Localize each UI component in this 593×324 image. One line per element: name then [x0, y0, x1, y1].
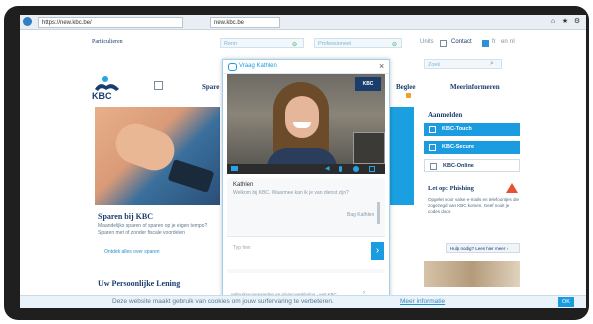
- settings-icon[interactable]: ⚙: [572, 17, 582, 26]
- hero-image: [95, 107, 220, 205]
- hand-illustration: [109, 117, 181, 177]
- lang-en[interactable]: en: [501, 39, 508, 45]
- scrollbar[interactable]: [377, 202, 380, 224]
- logo-text: KBC: [92, 91, 112, 101]
- message-input-placeholder: Typ hier: [233, 245, 251, 251]
- address-url[interactable]: https://new.kbc.be/: [42, 20, 92, 26]
- microphone-icon[interactable]: [339, 166, 342, 172]
- agent-shirt: [267, 148, 337, 164]
- kbc-touch-checkbox-icon: [429, 126, 436, 133]
- agent-name: Kathlen: [233, 182, 254, 188]
- sidebar-title: Aanmelden: [428, 111, 463, 119]
- menu-square-icon[interactable]: [154, 81, 163, 90]
- message-meta: Bag Kathlen: [347, 212, 375, 218]
- kbc-secure-checkbox-icon: [429, 144, 436, 151]
- send-button[interactable]: ›: [371, 242, 384, 260]
- phishing-alert-text: Opgelet voor valse e-mails en telefoontj…: [428, 197, 520, 214]
- nav-meer-informeren[interactable]: Meerinformeren: [450, 83, 500, 91]
- cookie-ok-button[interactable]: OK: [558, 297, 574, 307]
- agent-face: [285, 96, 319, 138]
- segment-field-2[interactable]: Professioneel: [314, 38, 402, 48]
- sidebar-promo-image[interactable]: [424, 261, 520, 287]
- section-title-sparen: Sparen bij KBC: [98, 212, 153, 221]
- help-button[interactable]: Hulp nodig? Lees hier meer ›: [446, 243, 520, 253]
- camera-icon[interactable]: [231, 166, 238, 171]
- chat-title: Vraag Kathlen: [239, 63, 277, 69]
- search-icon[interactable]: ⌕: [490, 60, 494, 68]
- back-icon[interactable]: [23, 17, 32, 26]
- chat-bubble-icon: [228, 63, 237, 71]
- lang-nl[interactable]: nl: [510, 39, 515, 45]
- smartphone-illustration: [167, 159, 215, 193]
- nav-sparen[interactable]: Spare: [202, 83, 219, 91]
- chat-close-icon[interactable]: ×: [379, 61, 384, 71]
- tab-title: new.kbc.be: [214, 20, 245, 26]
- self-view-thumbnail[interactable]: [353, 132, 385, 164]
- browser-screen: https://new.kbc.be/ new.kbc.be ⌂ ★ ⚙ Par…: [20, 15, 586, 308]
- login-kbc-touch-button[interactable]: KBC-Touch: [424, 123, 520, 136]
- lang-fr[interactable]: fr: [492, 39, 496, 45]
- home-icon[interactable]: ⌂: [548, 17, 558, 26]
- lang-nl-button[interactable]: [482, 40, 489, 47]
- cookie-banner: Deze website maakt gebruik van cookies o…: [20, 295, 586, 308]
- cookie-text: Deze website maakt gebruik van cookies o…: [112, 298, 334, 305]
- volume-icon[interactable]: ◀: [325, 165, 330, 172]
- cookie-more-info-link[interactable]: Meer informatie: [400, 298, 445, 305]
- agent-message: Welkom bij KBC. Waarmee kan ik je van di…: [233, 190, 349, 196]
- notification-icon[interactable]: [406, 93, 411, 98]
- section-title-lening: Uw Persoonlijke Lening: [98, 279, 181, 288]
- warning-icon: [506, 183, 518, 193]
- contact-link[interactable]: Contact: [451, 39, 472, 45]
- phishing-alert-title: Let op: Phishing: [428, 185, 474, 192]
- section-text-sparen: Maandelijks sparen of sparen op je eigen…: [98, 223, 208, 236]
- browser-tab[interactable]: new.kbc.be: [210, 17, 280, 28]
- star-icon[interactable]: ★: [560, 17, 570, 26]
- segment-particulieren[interactable]: Particulieren: [92, 39, 123, 45]
- nav-begleiden[interactable]: Beglee: [396, 83, 415, 91]
- video-stream: KBC: [227, 74, 385, 164]
- address-bar[interactable]: https://new.kbc.be/: [38, 17, 183, 28]
- utility-bar: Particulieren Renn ⊖ Professioneel ⊖ Uni…: [20, 35, 586, 51]
- field2-toggle-icon[interactable]: ⊖: [392, 41, 399, 48]
- fullscreen-icon[interactable]: [369, 166, 375, 172]
- video-kbc-badge: KBC: [355, 77, 381, 91]
- video-controls: ◀: [227, 164, 385, 174]
- contact-checkbox[interactable]: [440, 40, 447, 47]
- field1-toggle-icon[interactable]: ⊖: [292, 41, 299, 48]
- message-input[interactable]: Typ hier: [227, 236, 385, 269]
- user-icon[interactable]: [353, 166, 359, 172]
- kbc-online-checkbox-icon: [430, 163, 437, 170]
- chat-window: Vraag Kathlen × KBC ◀ Kathlen Welkom bij…: [222, 59, 390, 304]
- units-link[interactable]: Units: [420, 39, 434, 45]
- section-link-sparen[interactable]: Ontdek alles over sparen: [104, 249, 160, 256]
- login-kbc-online-button[interactable]: KBC-Online: [424, 159, 520, 172]
- chat-header: Vraag Kathlen ×: [223, 60, 389, 74]
- login-kbc-secure-button[interactable]: KBC-Secure: [424, 141, 520, 154]
- browser-toolbar: https://new.kbc.be/ new.kbc.be ⌂ ★ ⚙: [20, 15, 586, 30]
